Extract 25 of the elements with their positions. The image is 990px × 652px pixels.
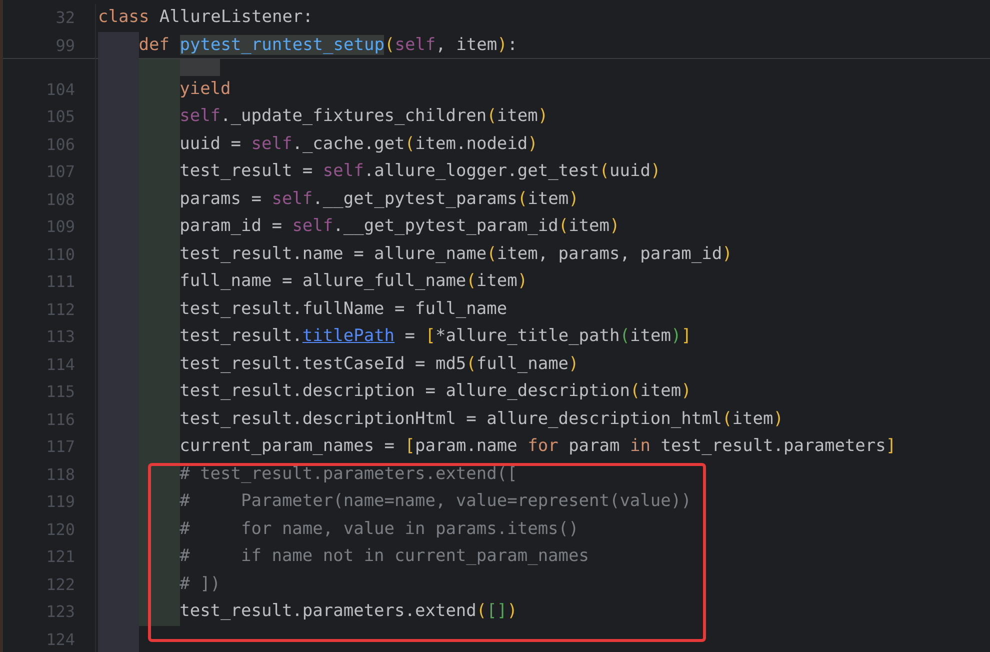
indent-guide <box>138 598 180 626</box>
indent-guide <box>98 626 139 652</box>
code-line: test_result = self.allure_logger.get_test(uuid) <box>180 160 661 183</box>
code-line: test_result.descriptionHtml = allure_description_html(item) <box>180 408 784 430</box>
code-line: # Parameter(name=name, value=represent(value)) <box>180 490 692 513</box>
code-line: test_result.titlePath = [*allure_title_path(item)] <box>180 325 692 348</box>
code-line: current_param_names = [param.name for param in test_result.parameters] <box>180 435 896 458</box>
code-line: class AllureListener: <box>98 6 313 29</box>
code-line: test_result.name = allure_name(item, params, param_id) <box>180 242 732 266</box>
code-line: def pytest_runtest_setup(self, item): <box>138 34 518 56</box>
code-line: test_result.description = allure_description(item) <box>180 380 692 403</box>
code-line: params = self.__get_pytest_params(item) <box>180 188 579 210</box>
code-line: test_result.parameters.extend([]) <box>180 600 518 623</box>
code-line: # for name, value in params.items() <box>180 518 579 540</box>
code-line: yield <box>180 78 231 100</box>
indent-guide <box>138 433 180 460</box>
code-line: full_name = allure_full_name(item) <box>180 270 528 293</box>
code-line: param_id = self.__get_pytest_param_id(item) <box>180 215 620 238</box>
code-line: self._update_fixtures_children(item) <box>180 105 548 128</box>
code-line: # if name not in current_param_names <box>180 545 589 568</box>
code-line: # ]) <box>180 572 221 596</box>
code-line: test_result.fullName = full_name <box>180 298 508 320</box>
code-line: test_result.testCaseId = md5(full_name) <box>180 352 579 376</box>
code-line: # test_result.parameters.extend([ <box>180 462 518 486</box>
code-line: uuid = self._cache.get(item.nodeid) <box>180 132 538 156</box>
